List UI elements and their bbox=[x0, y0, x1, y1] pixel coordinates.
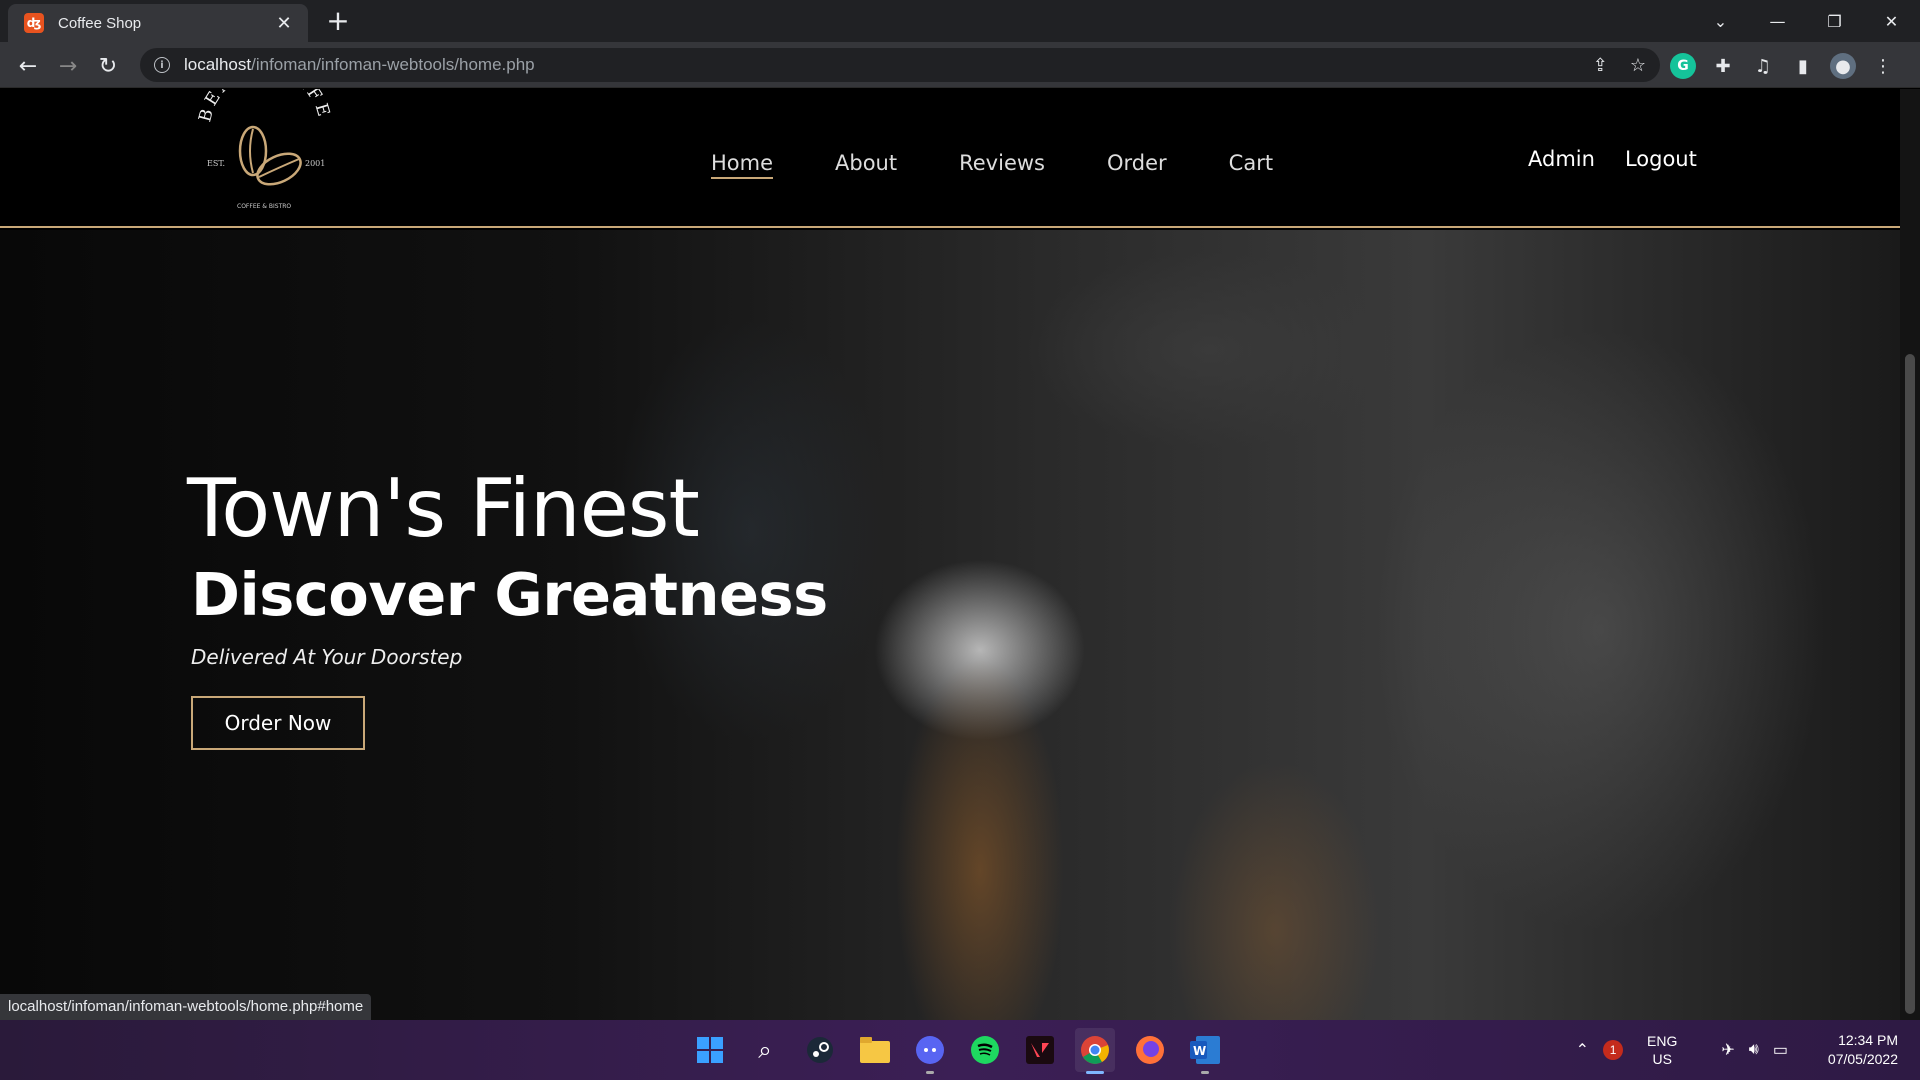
nav-order[interactable]: Order bbox=[1107, 151, 1167, 179]
browser-tabstrip: ʤ Coffee Shop ✕ + ⌄ — ❐ ✕ bbox=[0, 0, 1920, 42]
tab-close-icon[interactable]: ✕ bbox=[272, 13, 296, 34]
language-indicator[interactable]: ENG US bbox=[1647, 1032, 1677, 1068]
airplane-mode-icon[interactable]: ✈ bbox=[1721, 1040, 1734, 1060]
hero-tagline: Delivered At Your Doorstep bbox=[191, 645, 463, 669]
logo-est: EST. bbox=[207, 159, 225, 168]
webpage: BEANS CAFE EST. 2001 COFFEE & BISTRO Hom… bbox=[0, 89, 1900, 1020]
clock-time: 12:34 PM bbox=[1838, 1032, 1898, 1048]
url-text[interactable]: localhost/infoman/infoman-webtools/home.… bbox=[184, 55, 535, 75]
windows-taskbar: ⌕ W ⌃ 1 ENG US ✈ 🔊︎ ▭ 12:34 PM 07/05/202… bbox=[0, 1020, 1920, 1080]
system-tray: ⌃ 1 ENG US ✈ 🔊︎ ▭ 12:34 PM 07/05/2022 bbox=[1562, 1020, 1920, 1080]
hero-title: Town's Finest bbox=[187, 462, 700, 555]
address-bar[interactable]: i localhost/infoman/infoman-webtools/hom… bbox=[140, 48, 1660, 82]
site-header: BEANS CAFE EST. 2001 COFFEE & BISTRO Hom… bbox=[0, 89, 1900, 228]
browser-toolbar: ← → ↻ i localhost/infoman/infoman-webtoo… bbox=[0, 42, 1920, 88]
hero-subtitle: Discover Greatness bbox=[191, 560, 828, 629]
browser-tab[interactable]: ʤ Coffee Shop ✕ bbox=[8, 4, 308, 42]
chrome-icon[interactable] bbox=[1075, 1028, 1115, 1074]
nav-home[interactable]: Home bbox=[711, 151, 774, 179]
side-panel-icon[interactable]: ▮ bbox=[1790, 53, 1816, 79]
window-controls: ⌄ — ❐ ✕ bbox=[1692, 0, 1920, 42]
share-icon[interactable]: ⇪ bbox=[1593, 55, 1608, 76]
discord-icon[interactable] bbox=[910, 1028, 950, 1074]
start-windows-icon[interactable] bbox=[690, 1028, 730, 1072]
beans-cafe-logo[interactable]: BEANS CAFE EST. 2001 COFFEE & BISTRO bbox=[185, 89, 345, 219]
svg-text:W: W bbox=[1193, 1044, 1206, 1058]
scrollbar-thumb[interactable] bbox=[1905, 354, 1915, 1014]
logo-year: 2001 bbox=[305, 159, 325, 168]
coffee-bean-icon-2 bbox=[256, 152, 302, 186]
order-now-button[interactable]: Order Now bbox=[191, 696, 365, 750]
chevron-up-icon[interactable]: ⌃ bbox=[1576, 1040, 1589, 1060]
word-icon[interactable]: W bbox=[1185, 1028, 1225, 1074]
nav-reviews[interactable]: Reviews bbox=[959, 151, 1045, 179]
notification-badge[interactable]: 1 bbox=[1603, 1040, 1624, 1060]
clock-date: 07/05/2022 bbox=[1827, 1051, 1898, 1067]
main-nav: Home About Reviews Order Cart bbox=[711, 151, 1273, 179]
nav-about[interactable]: About bbox=[835, 151, 897, 179]
firefox-icon[interactable] bbox=[1130, 1028, 1170, 1072]
menu-kebab-icon[interactable]: ⋮ bbox=[1870, 53, 1896, 79]
xampp-favicon-icon: ʤ bbox=[24, 13, 44, 33]
admin-link[interactable]: Admin bbox=[1528, 147, 1595, 171]
link-status-bubble: localhost/infoman/infoman-webtools/home.… bbox=[0, 994, 372, 1020]
spotify-icon[interactable] bbox=[965, 1028, 1005, 1072]
profile-avatar-icon[interactable]: ● bbox=[1830, 53, 1856, 79]
back-icon[interactable]: ← bbox=[12, 50, 44, 82]
logout-link[interactable]: Logout bbox=[1625, 147, 1697, 171]
new-tab-button[interactable]: + bbox=[322, 6, 354, 38]
valorant-icon[interactable] bbox=[1020, 1028, 1060, 1072]
bookmark-star-icon[interactable]: ☆ bbox=[1630, 55, 1646, 76]
reload-icon[interactable]: ↻ bbox=[92, 50, 124, 82]
file-explorer-icon[interactable] bbox=[855, 1028, 895, 1072]
close-window-button[interactable]: ✕ bbox=[1863, 0, 1920, 42]
auth-links: Admin Logout bbox=[1528, 147, 1697, 171]
page-scrollbar[interactable] bbox=[1900, 89, 1920, 1020]
tab-search-icon[interactable]: ⌄ bbox=[1692, 0, 1749, 42]
steam-icon[interactable] bbox=[800, 1028, 840, 1072]
minimize-button[interactable]: — bbox=[1749, 0, 1806, 42]
lang-bottom: US bbox=[1652, 1051, 1672, 1067]
lang-top: ENG bbox=[1647, 1033, 1678, 1049]
logo-bottom-text: COFFEE & BISTRO bbox=[237, 203, 291, 210]
restore-button[interactable]: ❐ bbox=[1806, 0, 1863, 42]
grammarly-extension-icon[interactable]: G bbox=[1670, 53, 1696, 79]
media-control-icon[interactable]: ♫ bbox=[1750, 53, 1776, 79]
tab-title: Coffee Shop bbox=[58, 14, 142, 32]
forward-icon[interactable]: → bbox=[52, 50, 84, 82]
svg-text:BEANS CAFE: BEANS CAFE bbox=[195, 89, 334, 124]
site-info-icon[interactable]: i bbox=[154, 57, 170, 73]
battery-icon[interactable]: ▭ bbox=[1773, 1040, 1788, 1060]
hero-section: Town's Finest Discover Greatness Deliver… bbox=[0, 230, 1900, 1020]
extensions-puzzle-icon[interactable]: ✚ bbox=[1710, 53, 1736, 79]
nav-cart[interactable]: Cart bbox=[1229, 151, 1273, 179]
coffee-bean-icon bbox=[238, 125, 268, 177]
logo-arc-text: BEANS CAFE bbox=[195, 89, 330, 124]
clock[interactable]: 12:34 PM 07/05/2022 bbox=[1808, 1031, 1898, 1069]
volume-icon[interactable]: 🔊︎ bbox=[1749, 1041, 1759, 1059]
search-icon[interactable]: ⌕ bbox=[745, 1028, 785, 1072]
